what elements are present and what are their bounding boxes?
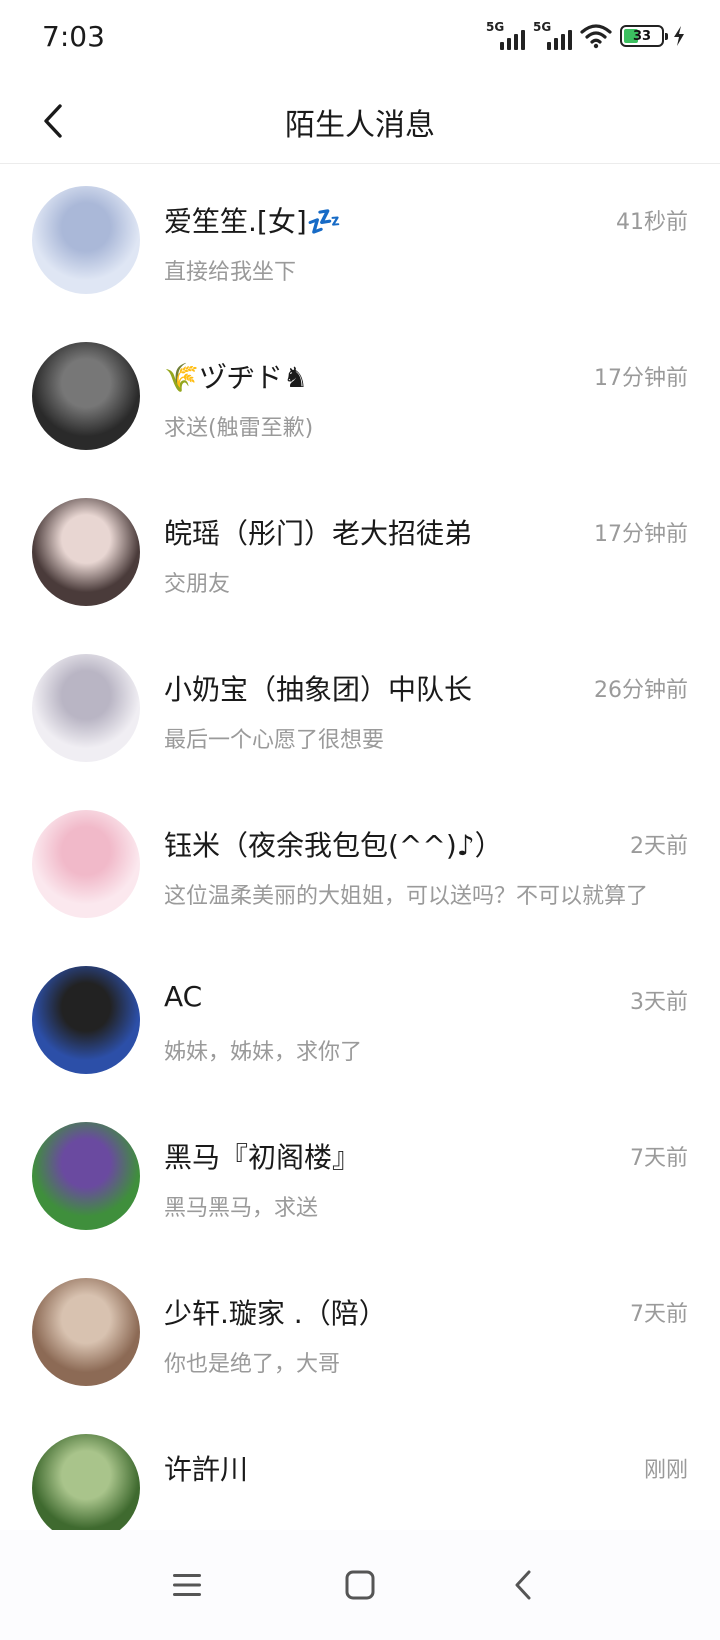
message-preview: 交朋友 (164, 572, 231, 597)
avatar[interactable] (32, 966, 140, 1074)
message-time: 26分钟前 (594, 678, 688, 703)
wifi-icon (580, 24, 612, 49)
network-type-label: 5G (533, 20, 552, 34)
avatar[interactable] (32, 498, 140, 606)
battery-level: 33 (632, 28, 652, 44)
contact-name: 小奶宝（抽象团）中队长 (164, 673, 473, 706)
signal-icon: 5G (533, 20, 572, 50)
conversation-item[interactable]: 钰米（夜余我包包(^^)♪） 2天前这位温柔美丽的大姐姐，可以送吗？不可以就算了 (0, 788, 720, 944)
conversation-item[interactable]: 黑马『初阁楼』 7天前黑马黑马，求送 (0, 1100, 720, 1256)
battery-icon: 33 (620, 25, 668, 47)
message-time: 7天前 (630, 1302, 688, 1327)
message-preview: 你也是绝了，大哥 (164, 1352, 341, 1377)
avatar[interactable] (32, 810, 140, 918)
avatar[interactable] (32, 1122, 140, 1230)
conversation-item[interactable]: 小奶宝（抽象团）中队长 26分钟前最后一个心愿了很想要 (0, 632, 720, 788)
contact-name: 许許川 (164, 1453, 249, 1486)
message-preview: 姊妹，姊妹，求你了 (164, 1040, 363, 1065)
conversation-item[interactable]: AC 3天前姊妹，姊妹，求你了 (0, 944, 720, 1100)
page-title: 陌生人消息 (285, 108, 435, 143)
menu-icon (173, 1574, 201, 1596)
conversation-item[interactable]: 皖瑶（彤门）老大招徒弟 17分钟前交朋友 (0, 476, 720, 632)
message-time: 刚刚 (643, 1458, 688, 1483)
message-time: 17分钟前 (594, 366, 688, 391)
system-back-button[interactable] (498, 1560, 548, 1610)
header: 陌生人消息 (0, 78, 720, 164)
status-icons: 5G 5G 33 (486, 20, 686, 50)
contact-name: 皖瑶（彤门）老大招徒弟 (164, 517, 473, 550)
message-time: 3天前 (630, 990, 688, 1015)
message-time: 41秒前 (616, 210, 688, 235)
conversation-item[interactable]: 爱笙笙.[女]💤 41秒前直接给我坐下 (0, 164, 720, 320)
conversation-item[interactable]: 少轩.璇家 .（陪） 7天前你也是绝了，大哥 (0, 1256, 720, 1412)
charging-icon (674, 26, 684, 46)
message-preview: 最后一个心愿了很想要 (164, 728, 385, 753)
conversation-list: 爱笙笙.[女]💤 41秒前 直接给我坐下 🌾ヅヂド♞ 17分钟前 求送(触雷至歉) 皖瑶（彤… (0, 164, 720, 1568)
message-preview: 求送(触雷至歉) (164, 416, 314, 441)
contact-name: 少轩.璇家 .（陪） (164, 1297, 387, 1330)
avatar[interactable] (32, 342, 140, 450)
signal-icon: 5G (486, 20, 525, 50)
contact-name: 🌾ヅヂド♞ (164, 361, 308, 394)
message-time: 7天前 (630, 1146, 688, 1171)
message-time: 2天前 (630, 834, 688, 859)
home-icon (345, 1570, 375, 1600)
contact-name: 黑马『初阁楼』 (164, 1141, 361, 1174)
status-bar: 7:03 5G 5G 33 (0, 0, 720, 78)
message-preview: 黑马黑马，求送 (164, 1196, 319, 1221)
message-preview: 这位温柔美丽的大姐姐，可以送吗？不可以就算了 (164, 884, 649, 909)
system-navigation-bar (0, 1530, 720, 1640)
avatar[interactable] (32, 654, 140, 762)
message-preview: 直接给我坐下 (164, 260, 297, 285)
avatar[interactable] (32, 1278, 140, 1386)
menu-button[interactable] (162, 1560, 212, 1610)
contact-name: AC (164, 980, 203, 1013)
network-type-label: 5G (486, 20, 505, 34)
status-time: 7:03 (42, 20, 105, 53)
avatar[interactable] (32, 186, 140, 294)
conversation-item[interactable]: 🌾ヅヂド♞ 17分钟前求送(触雷至歉) (0, 320, 720, 476)
avatar[interactable] (32, 1434, 140, 1542)
home-button[interactable] (335, 1560, 385, 1610)
back-icon (515, 1570, 531, 1600)
contact-name: 钰米（夜余我包包(^^)♪） (164, 829, 503, 862)
contact-name: 爱笙笙.[女]💤 (164, 205, 342, 238)
message-time: 17分钟前 (594, 522, 688, 547)
